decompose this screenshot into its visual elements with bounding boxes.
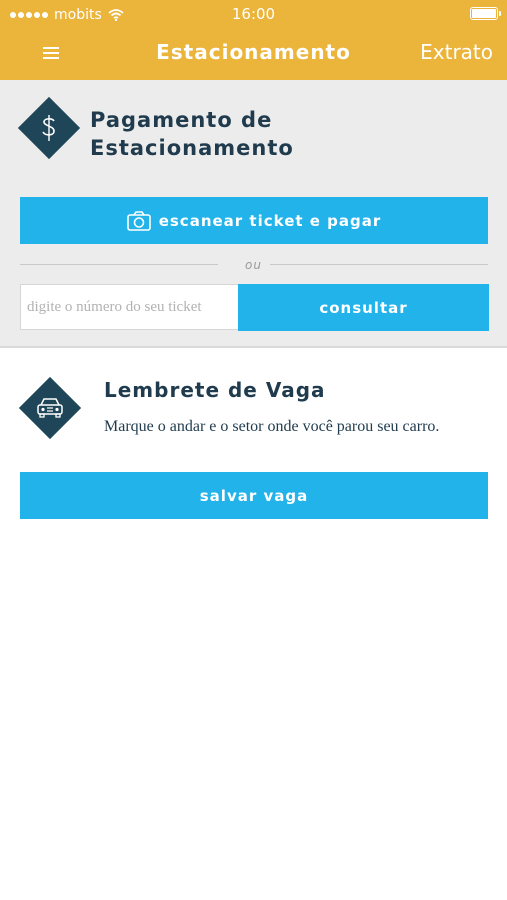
- scan-ticket-label: escanear ticket e pagar: [158, 211, 382, 230]
- dollar-icon: [18, 97, 80, 159]
- save-spot-button[interactable]: salvar vaga: [20, 472, 488, 519]
- reminder-title: Lembrete de Vaga: [104, 378, 326, 402]
- consult-button[interactable]: consultar: [238, 284, 489, 331]
- ticket-number-input[interactable]: [20, 284, 239, 330]
- consult-label: consultar: [319, 298, 408, 317]
- divider-right: [270, 264, 488, 265]
- status-bar: mobits 16:00: [0, 0, 507, 28]
- battery-icon: [470, 7, 501, 20]
- scan-ticket-button[interactable]: escanear ticket e pagar: [20, 197, 488, 244]
- top-bar: mobits 16:00 Estacionamento Extrato: [0, 0, 507, 80]
- reminder-description: Marque o andar e o setor onde você parou…: [104, 418, 440, 435]
- payment-title: Pagamento de Estacionamento: [90, 106, 294, 162]
- nav-bar: Estacionamento Extrato: [0, 28, 507, 80]
- payment-title-line1: Pagamento de: [90, 108, 273, 132]
- car-icon: [19, 377, 81, 439]
- camera-icon: [126, 210, 151, 231]
- extrato-link[interactable]: Extrato: [420, 40, 493, 64]
- clock: 16:00: [231, 5, 276, 23]
- save-spot-label: salvar vaga: [199, 486, 309, 505]
- or-label: ou: [245, 258, 262, 272]
- payment-title-line2: Estacionamento: [90, 136, 294, 160]
